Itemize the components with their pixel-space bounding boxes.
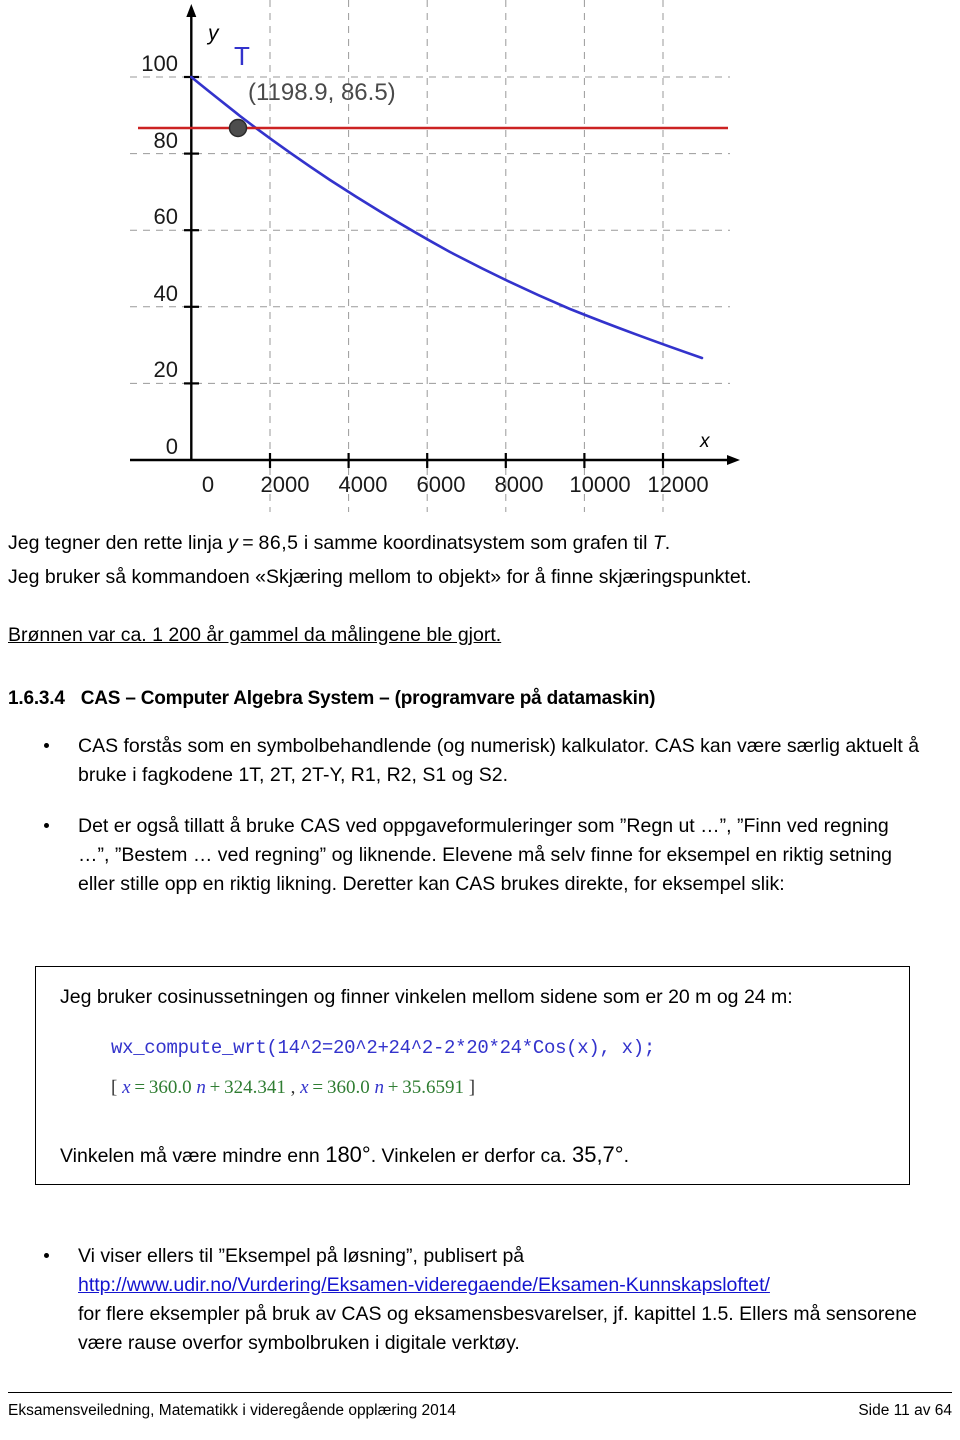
list-item: Det er også tillatt å bruke CAS ved oppg… (0, 812, 920, 899)
y-tick-label: 40 (154, 281, 178, 306)
y-tick-label: 60 (154, 204, 178, 229)
cas-input-code: wx_compute_wrt(14^2=20^2+24^2-2*20*24*Co… (111, 1037, 655, 1059)
y-tick-label: 80 (154, 128, 178, 153)
result-plus-1: + (205, 1077, 225, 1098)
section-heading-number: 1.6.3.4 (8, 688, 65, 709)
conclusion-mid: . Vinkelen er derfor ca. (370, 1145, 572, 1167)
result-var-n-2: n (369, 1077, 384, 1098)
curve-label-t: T (234, 41, 250, 71)
result-var-x-1: x (122, 1077, 131, 1098)
x-axis-label: x (699, 431, 711, 452)
y-axis-label: y (206, 22, 220, 45)
y-axis-tick-labels: 100 80 60 40 20 0 (141, 51, 178, 459)
x-tick-label: 2000 (261, 472, 310, 497)
result-comma: , (285, 1077, 301, 1098)
math-variable-T: T (652, 532, 665, 554)
geogebra-chart-figure: 100 80 60 40 20 0 0 2000 4000 6000 8000 … (130, 0, 750, 520)
result-equals-2: = (308, 1077, 327, 1098)
x-axis-tick-labels: 0 2000 4000 6000 8000 10000 12000 (202, 472, 709, 497)
y-tick-label: 0 (166, 434, 178, 459)
footer-page-number: Side 11 av 64 (858, 1402, 952, 1419)
y-tick-label: 100 (141, 51, 178, 76)
paragraph-intro-line2: Jeg bruker så kommandoen «Skjæring mello… (8, 566, 752, 588)
result-open-bracket: [ (111, 1077, 123, 1098)
list-item-text: CAS forstås som en symbolbehandlende (og… (78, 735, 920, 786)
cas-example-box: Jeg bruker cosinussetningen og finner vi… (35, 966, 910, 1185)
intro-text-post: i samme koordinatsystem som grafen til (298, 532, 653, 554)
math-variable-y: y (228, 532, 238, 554)
footer-left-text: Eksamensveiledning, Matematikk i videreg… (8, 1402, 457, 1419)
result-number-360-2: 360.0 (326, 1077, 370, 1098)
list-item-text: Det er også tillatt å bruke CAS ved oppg… (78, 815, 892, 895)
paragraph-answer-underlined: Brønnen var ca. 1 200 år gammel da målin… (8, 624, 502, 646)
conclusion-angle-180: 180° (325, 1142, 371, 1167)
result-number-35: 35.6591 (402, 1077, 465, 1098)
x-tick-label: 10000 (569, 472, 630, 497)
udir-link[interactable]: http://www.udir.no/Vurdering/Eksamen-vid… (78, 1274, 770, 1296)
curve-T (190, 75, 704, 360)
cas-caption: Jeg bruker cosinussetningen og finner vi… (60, 986, 793, 1008)
document-body: Jeg tegner den rette linja y = 86,5 i sa… (0, 528, 960, 1354)
x-tick-label: 0 (202, 472, 214, 497)
x-tick-label: 6000 (417, 472, 466, 497)
result-var-n-1: n (191, 1077, 206, 1098)
y-axis (186, 4, 197, 460)
bullet-list: CAS forstås som en symbolbehandlende (og… (0, 732, 960, 899)
result-var-x-2: x (300, 1077, 309, 1098)
list-item: Vi viser ellers til ”Eksempel på løsning… (0, 1242, 920, 1358)
list-item-line1: Vi viser ellers til ”Eksempel på løsning… (78, 1245, 525, 1267)
result-plus-2: + (383, 1077, 403, 1098)
intersection-point-label: (1198.9, 86.5) (248, 79, 396, 106)
horizontal-gridlines (130, 76, 730, 384)
cas-conclusion: Vinkelen må være mindre enn 180°. Vinkel… (60, 1141, 909, 1170)
intro-text-pre: Jeg tegner den rette linja (8, 532, 229, 554)
math-equals-value: = 86,5 (237, 532, 299, 554)
intro-text-end: . (664, 532, 671, 554)
paragraph-intro-line1: Jeg tegner den rette linja y = 86,5 i sa… (8, 528, 928, 558)
x-tick-label: 4000 (339, 472, 388, 497)
result-number-360-1: 360.0 (148, 1077, 192, 1098)
list-item: CAS forstås som en symbolbehandlende (og… (0, 732, 920, 790)
x-tick-label: 12000 (647, 472, 708, 497)
x-tick-label: 8000 (495, 472, 544, 497)
intersection-point-marker (228, 118, 248, 138)
result-number-324: 324.341 (224, 1077, 286, 1098)
conclusion-end: . (623, 1145, 630, 1167)
section-heading: 1.6.3.4 CAS – Computer Algebra System – (… (8, 688, 960, 710)
conclusion-angle-357: 35,7° (571, 1142, 624, 1167)
coordinate-system-plot: 100 80 60 40 20 0 0 2000 4000 6000 8000 … (130, 0, 740, 512)
conclusion-pre: Vinkelen må være mindre enn (60, 1145, 326, 1167)
cas-output-result: [ x = 360.0 n + 324.341 , x = 360.0 n + … (111, 1077, 909, 1099)
section-heading-text: CAS – Computer Algebra System – (program… (80, 688, 656, 709)
bullet-list-references: Vi viser ellers til ”Eksempel på løsning… (0, 1220, 960, 1358)
list-item-line3: for flere eksempler på bruk av CAS og ek… (78, 1303, 917, 1354)
result-close-bracket: ] (464, 1077, 476, 1098)
x-axis (130, 455, 740, 465)
result-equals-1: = (130, 1077, 149, 1098)
y-tick-label: 20 (154, 357, 178, 382)
page-footer: Eksamensveiledning, Matematikk i videreg… (8, 1392, 952, 1420)
